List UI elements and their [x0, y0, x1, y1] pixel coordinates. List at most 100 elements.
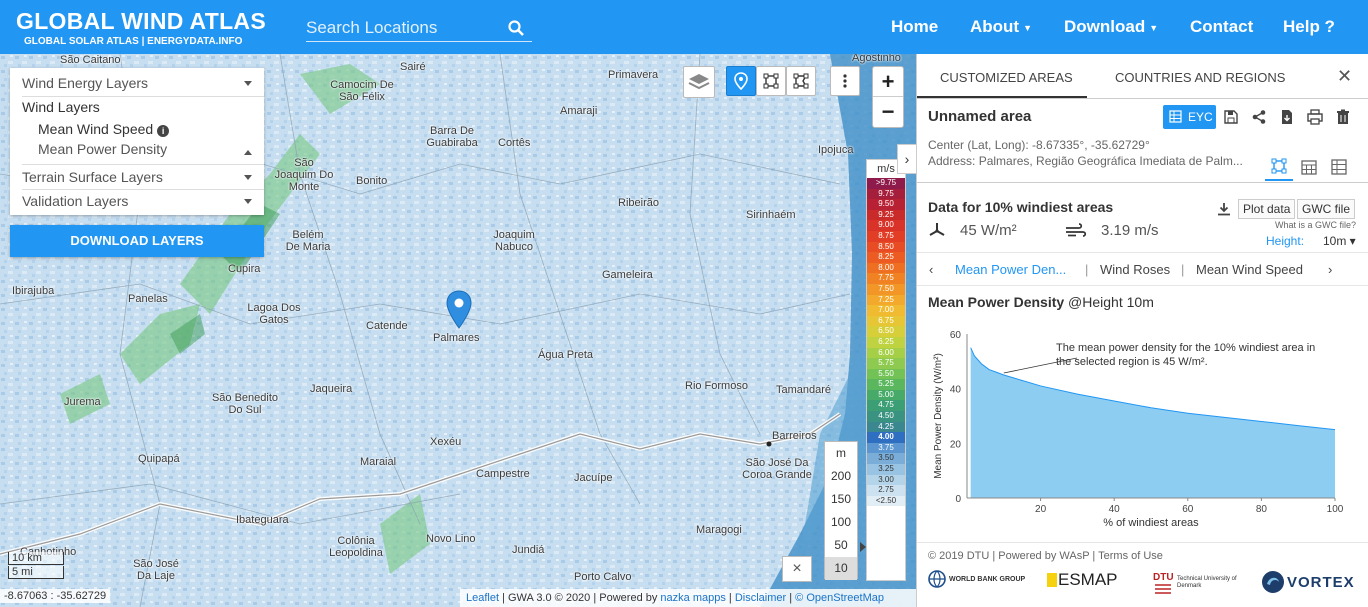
table-view-button[interactable] — [1325, 153, 1353, 181]
place-label: Barra De Guabiraba — [426, 125, 478, 149]
subtab-separator: | — [1085, 262, 1089, 277]
subtab-prev-icon[interactable]: ‹ — [929, 262, 933, 277]
disclaimer-link[interactable]: Disclaimer — [735, 592, 786, 604]
marker-label: Palmares — [433, 332, 480, 344]
table-icon — [1331, 159, 1347, 175]
nav-about[interactable]: About ▼ — [970, 17, 1032, 37]
annotation-text: The mean power density for the 10% windi… — [1056, 342, 1315, 354]
legend-cell: 4.00 — [867, 432, 905, 443]
chevron-down-icon[interactable] — [244, 175, 252, 180]
area-title[interactable]: Unnamed area — [928, 108, 1031, 125]
search-box[interactable]: Search Locations — [306, 14, 532, 42]
nav-contact[interactable]: Contact — [1190, 17, 1253, 37]
place-label: Catende — [366, 320, 408, 332]
subtab-mean-power-density[interactable]: Mean Power Den... — [955, 262, 1066, 277]
wind-map[interactable]: Agostinho São Caitano Camocim De São Fél… — [0, 54, 916, 607]
share-icon[interactable] — [1251, 109, 1267, 125]
app-title[interactable]: GLOBAL WIND ATLAS — [16, 8, 266, 35]
divider — [917, 285, 1368, 286]
gwc-file-button[interactable]: GWC file — [1297, 199, 1355, 219]
power-density-chart[interactable]: 0 20 40 60 20 40 60 80 100 % of windiest areas Mea… — [917, 320, 1368, 534]
x-tick-label: 40 — [1109, 504, 1121, 515]
height-select[interactable]: 10m ▾ — [1323, 234, 1356, 248]
info-icon[interactable]: i — [157, 125, 170, 137]
divider — [917, 98, 1368, 99]
calendar-view-button[interactable] — [1295, 153, 1323, 181]
layer-mean-power-density[interactable]: Mean Power Density — [38, 141, 167, 157]
legend-cell: 6.50 — [867, 326, 905, 337]
chevron-down-icon[interactable] — [244, 199, 252, 204]
osm-link[interactable]: © OpenStreetMap — [795, 592, 884, 604]
save-icon[interactable] — [1223, 109, 1239, 125]
basemap-switch-button[interactable] — [683, 66, 715, 98]
place-label: Água Preta — [538, 349, 594, 361]
search-icon[interactable] — [508, 20, 524, 36]
elevation-value: 200 — [830, 469, 852, 483]
wind-layers-heading[interactable]: Wind Layers — [22, 99, 100, 115]
dtu-logo[interactable]: DTU Technical University of Denmark — [1153, 570, 1241, 596]
x-tick-label: 20 — [1035, 504, 1047, 515]
chart-heading: Mean Power Density @Height 10m — [928, 294, 1154, 310]
elevation-unit: m — [836, 446, 846, 460]
delete-icon[interactable] — [1335, 109, 1351, 125]
wind-energy-layers-dropdown[interactable]: Wind Energy Layers — [22, 75, 148, 91]
layer-mean-wind-speed[interactable]: Mean Wind Speed i — [38, 121, 170, 137]
legend-cell: 3.50 — [867, 453, 905, 465]
point-tool-button[interactable] — [726, 66, 756, 96]
plot-data-button[interactable]: Plot data — [1238, 199, 1296, 219]
print-icon[interactable] — [1307, 109, 1323, 125]
location-pin-icon[interactable] — [446, 290, 472, 330]
legend-cell: 7.25 — [867, 294, 905, 306]
grid-icon — [1169, 110, 1182, 123]
collapse-panel-button[interactable]: › — [897, 144, 916, 174]
nav-home[interactable]: Home — [891, 17, 938, 37]
area-panel: CUSTOMIZED AREAS COUNTRIES AND REGIONS ✕… — [916, 54, 1368, 607]
world-bank-logo[interactable]: WORLD BANK GROUP — [928, 570, 1025, 588]
elevation-value-selected[interactable]: 10 — [825, 557, 857, 580]
download-report-icon[interactable] — [1279, 109, 1295, 125]
area-view-button[interactable] — [1265, 153, 1293, 181]
chevron-up-icon[interactable] — [244, 150, 252, 155]
download-layers-button[interactable]: DOWNLOAD LAYERS — [10, 225, 264, 257]
subtab-wind-roses[interactable]: Wind Roses — [1100, 262, 1170, 277]
validation-layers-dropdown[interactable]: Validation Layers — [22, 193, 128, 209]
legend-cell: 9.00 — [867, 220, 905, 231]
tab-countries-regions[interactable]: COUNTRIES AND REGIONS — [1115, 70, 1285, 85]
eyc-button[interactable]: EYC — [1163, 105, 1216, 129]
zoom-out-button[interactable]: − — [873, 97, 903, 127]
polygon-tool-button[interactable] — [786, 66, 816, 96]
close-scale-button[interactable]: × — [782, 556, 812, 582]
attribution-separator: | — [725, 592, 735, 604]
rectangle-tool-button[interactable] — [756, 66, 786, 96]
gwc-help-link[interactable]: What is a GWC file? — [1275, 220, 1356, 230]
tab-customized-areas[interactable]: CUSTOMIZED AREAS — [940, 70, 1073, 85]
legend-cell: <2.50 — [867, 495, 905, 507]
esmap-logo[interactable]: ESMAP — [1047, 570, 1118, 590]
subtab-next-icon[interactable]: › — [1328, 262, 1332, 277]
legend-pointer-icon — [860, 542, 866, 552]
nav-download[interactable]: Download ▼ — [1064, 17, 1158, 37]
y-axis-label: Mean Power Density (W/m²) — [933, 353, 944, 479]
chevron-down-icon[interactable] — [244, 81, 252, 86]
place-label: São Caitano — [60, 54, 121, 66]
polygon-icon — [793, 73, 809, 89]
download-icon[interactable] — [1217, 202, 1231, 216]
close-icon[interactable]: ✕ — [1337, 66, 1352, 87]
leaflet-link[interactable]: Leaflet — [466, 592, 499, 604]
place-label: Campestre — [476, 468, 530, 480]
wind-icon — [1066, 223, 1087, 237]
nazka-link[interactable]: nazka mapps — [660, 592, 725, 604]
subtab-mean-wind-speed[interactable]: Mean Wind Speed — [1196, 262, 1303, 277]
zoom-in-button[interactable]: + — [873, 67, 903, 97]
search-input[interactable]: Search Locations — [306, 18, 437, 38]
wind-speed-value: 3.19 m/s — [1101, 222, 1159, 239]
app-subtitle-links[interactable]: GLOBAL SOLAR ATLAS | ENERGYDATA.INFO — [24, 36, 242, 47]
place-label: Panelas — [128, 293, 168, 305]
more-options-button[interactable] — [830, 66, 860, 96]
legend-cell: 9.25 — [867, 209, 905, 221]
nav-help[interactable]: Help ? — [1283, 17, 1335, 37]
terrain-surface-layers-dropdown[interactable]: Terrain Surface Layers — [22, 169, 163, 185]
height-label: Height: — [1266, 234, 1305, 248]
vortex-logo[interactable]: VORTEX — [1261, 570, 1355, 594]
esmap-mark-icon — [1047, 573, 1057, 587]
